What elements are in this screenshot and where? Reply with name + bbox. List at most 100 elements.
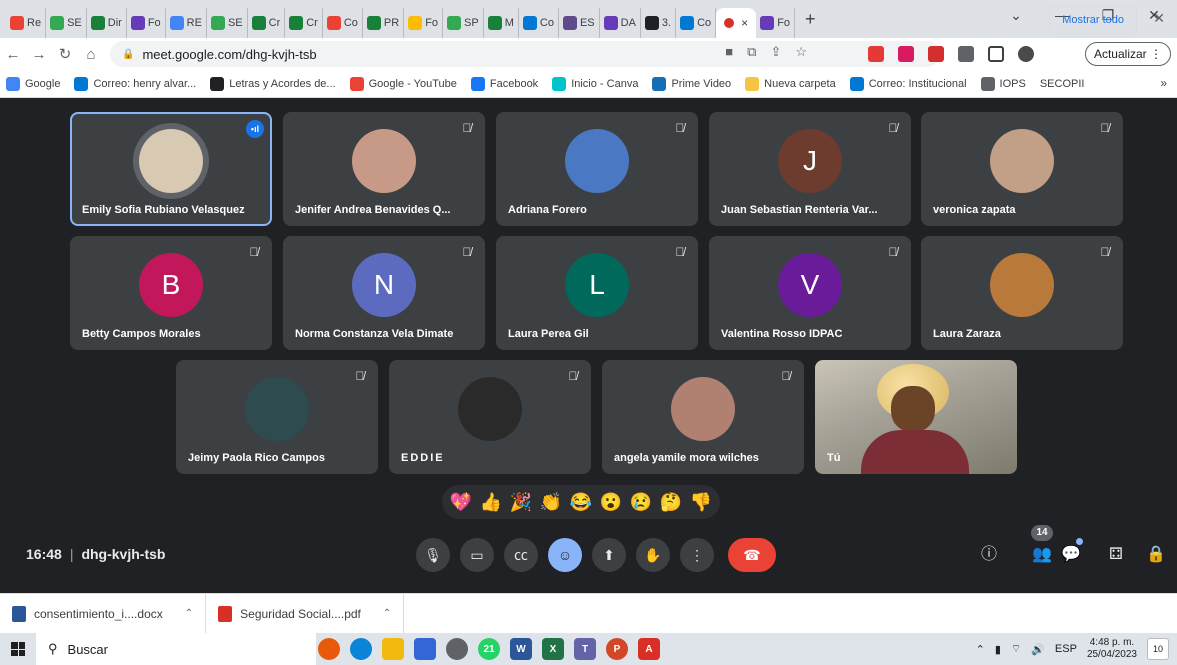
reaction-emoji-button[interactable]: 👍 (478, 489, 504, 515)
self-video-tile[interactable]: Tú (815, 360, 1017, 474)
extension-icon[interactable] (898, 46, 914, 62)
more-options-button[interactable]: ⋮ (680, 538, 714, 572)
bookmark-item[interactable]: Inicio - Canva (552, 76, 638, 91)
meeting-details-icon[interactable]: ⓘ (975, 541, 1003, 569)
network-icon[interactable]: ⌔ (1011, 642, 1021, 656)
word-app-icon[interactable]: W (510, 638, 532, 660)
bookmark-item[interactable]: Facebook (470, 76, 538, 91)
participant-tile[interactable]: 🎙̸ veronica zapata (921, 112, 1123, 226)
notifications-button[interactable]: 10 (1147, 638, 1169, 660)
chrome-app-icon[interactable] (446, 638, 468, 660)
show-all-downloads-button[interactable]: Mostrar todo (1049, 6, 1137, 34)
participant-tile[interactable]: 🎙̸ Jenifer Andrea Benavides Q... (283, 112, 485, 226)
store-app-icon[interactable] (414, 638, 436, 660)
bookmark-item[interactable]: Correo: Institucional (849, 76, 967, 91)
volume-icon[interactable]: 🔊 (1031, 643, 1045, 656)
browser-tab[interactable]: Fo (127, 8, 166, 38)
microphone-button[interactable]: 🎙 (416, 538, 450, 572)
tray-app-icon[interactable]: ▮ (995, 643, 1001, 656)
active-tab-meet[interactable]: × (716, 8, 757, 38)
reaction-emoji-button[interactable]: 🎉 (508, 489, 534, 515)
browser-tab[interactable]: Fo (404, 8, 444, 38)
present-button[interactable]: ⬆ (592, 538, 626, 572)
bookmark-item[interactable]: SECOPII (1040, 78, 1085, 90)
download-item[interactable]: Seguridad Social....pdf ⌃ (206, 593, 405, 634)
captions-button[interactable]: ㏄ (504, 538, 538, 572)
address-bar[interactable]: 🔒 meet.google.com/dhg-kvjh-tsb (110, 41, 940, 67)
participant-tile[interactable]: V 🎙̸ Valentina Rosso IDPAC (709, 236, 911, 350)
close-tab-icon[interactable]: × (741, 16, 748, 30)
reaction-emoji-button[interactable]: 👏 (538, 489, 564, 515)
browser-tab[interactable]: Fo (756, 8, 796, 38)
browser-tab[interactable]: SE (207, 8, 248, 38)
bookmark-item[interactable]: Google (6, 76, 60, 91)
reaction-emoji-button[interactable]: 🤔 (658, 489, 684, 515)
reaction-emoji-button[interactable]: 💖 (448, 489, 474, 515)
chat-icon[interactable]: 💬 (1057, 541, 1085, 569)
raise-hand-button[interactable]: ✋ (636, 538, 670, 572)
participant-tile[interactable]: L 🎙̸ Laura Perea Gil (496, 236, 698, 350)
browser-tab[interactable]: M (484, 8, 519, 38)
reload-button[interactable]: ↻ (52, 45, 78, 63)
extensions-puzzle-icon[interactable] (958, 46, 974, 62)
new-tab-button[interactable]: + (805, 9, 816, 30)
bookmark-item[interactable]: IOPS (980, 76, 1026, 91)
edge-app-icon[interactable] (350, 638, 372, 660)
participant-tile[interactable]: •ıl Emily Sofia Rubiano Velasquez (70, 112, 272, 226)
browser-tab[interactable]: RE (166, 8, 207, 38)
taskbar-search[interactable]: ⚲ Buscar (36, 633, 316, 665)
back-button[interactable]: ← (0, 46, 26, 63)
close-downloads-icon[interactable]: ✕ (1153, 10, 1165, 27)
participant-tile[interactable]: 🎙̸ Jeimy Paola Rico Campos (176, 360, 378, 474)
participant-tile[interactable]: B 🎙̸ Betty Campos Morales (70, 236, 272, 350)
powerpoint-app-icon[interactable]: P (606, 638, 628, 660)
bookmarks-overflow-icon[interactable]: » (1160, 76, 1167, 90)
camera-in-use-icon[interactable]: ■ (725, 44, 733, 60)
download-item[interactable]: consentimiento_i....docx ⌃ (0, 593, 207, 634)
update-button[interactable]: Actualizar ⋮ (1084, 42, 1171, 66)
acrobat-app-icon[interactable]: A (638, 638, 660, 660)
bookmark-item[interactable]: Letras y Acordes de... (210, 76, 336, 91)
participant-tile[interactable]: 🎙̸ angela yamile mora wilches (602, 360, 804, 474)
browser-tab[interactable]: SP (443, 8, 484, 38)
chevron-up-icon[interactable]: ⌃ (185, 608, 193, 619)
forward-button[interactable]: → (26, 46, 52, 63)
open-in-new-icon[interactable]: ⧉ (747, 44, 756, 60)
whatsapp-app-icon[interactable]: 21 (478, 638, 500, 660)
bookmark-star-icon[interactable]: ☆ (795, 44, 807, 60)
excel-app-icon[interactable]: X (542, 638, 564, 660)
system-clock[interactable]: 4:48 p. m. 25/04/2023 (1087, 637, 1137, 661)
pdf-extension-icon[interactable] (928, 46, 944, 62)
participant-tile[interactable]: 🎙̸ Laura Zaraza (921, 236, 1123, 350)
file-explorer-icon[interactable] (382, 638, 404, 660)
end-call-button[interactable]: ☎ (728, 538, 776, 572)
profile-avatar[interactable] (1018, 46, 1034, 62)
browser-tab[interactable]: Re (6, 8, 47, 38)
browser-tab[interactable]: SE (46, 8, 87, 38)
teams-app-icon[interactable]: T (574, 638, 596, 660)
browser-tab[interactable]: PR (363, 8, 405, 38)
reaction-emoji-button[interactable]: 😢 (628, 489, 654, 515)
chevron-up-icon[interactable]: ⌃ (383, 608, 391, 619)
reaction-emoji-button[interactable]: 😮 (598, 489, 624, 515)
host-controls-icon[interactable]: 🔒 (1142, 541, 1170, 569)
bookmark-item[interactable]: Nueva carpeta (745, 76, 836, 91)
reaction-emoji-button[interactable]: 👎 (688, 489, 714, 515)
activities-icon[interactable]: ⚃ (1102, 541, 1130, 569)
start-button[interactable] (0, 633, 36, 665)
participant-tile[interactable]: N 🎙̸ Norma Constanza Vela Dimate (283, 236, 485, 350)
browser-tab[interactable]: Cr (285, 8, 323, 38)
opera-app-icon[interactable] (318, 638, 340, 660)
tray-chevron-icon[interactable]: ⌃ (976, 643, 985, 656)
reaction-emoji-button[interactable]: 😂 (568, 489, 594, 515)
participant-tile[interactable]: J 🎙̸ Juan Sebastian Renteria Var... (709, 112, 911, 226)
browser-tab[interactable]: Cr (248, 8, 286, 38)
bookmark-item[interactable]: Google - YouTube (349, 76, 457, 91)
browser-tab[interactable]: ES (559, 8, 600, 38)
browser-tab[interactable]: Co (323, 8, 363, 38)
browser-tab[interactable]: Co (519, 8, 559, 38)
opera-extension-icon[interactable] (868, 46, 884, 62)
camera-button[interactable]: ▭ (460, 538, 494, 572)
people-icon[interactable]: 👥 (1028, 541, 1056, 569)
share-icon[interactable]: ⇪ (770, 44, 781, 60)
